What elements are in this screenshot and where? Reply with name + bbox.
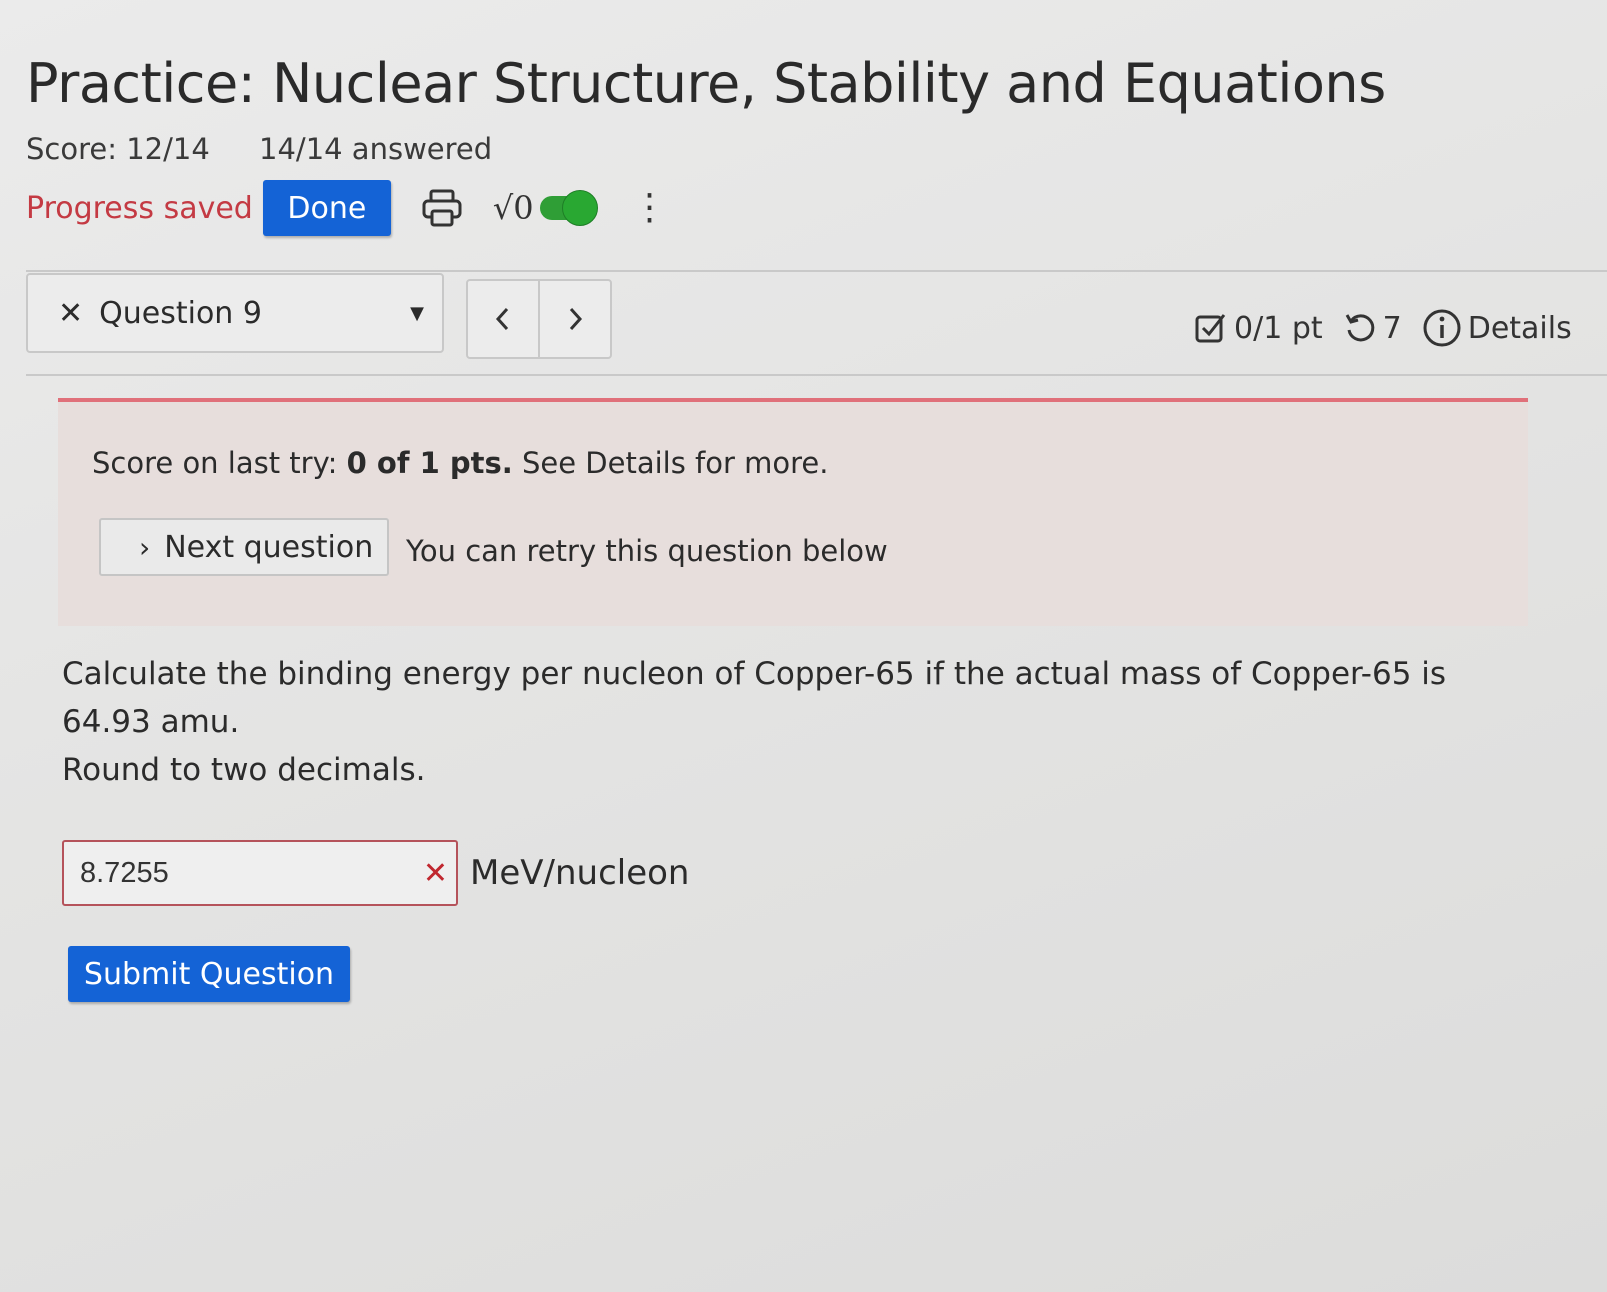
math-display-toggle[interactable] — [539, 190, 598, 226]
math-display-label: √0 — [492, 189, 534, 227]
chevron-left-icon — [495, 307, 509, 331]
toggle-knob — [561, 190, 598, 226]
score-text: Score: 12/14 — [26, 132, 210, 166]
question-body: Calculate the binding energy per nucleon… — [62, 650, 1502, 794]
incorrect-icon: ✕ — [422, 855, 448, 891]
progress-status: Progress saved — [26, 190, 253, 226]
last-try-message: Score on last try: 0 of 1 pts. See Detai… — [92, 446, 828, 480]
question-text: Calculate the binding energy per nucleon… — [62, 656, 1447, 740]
caret-down-icon: ▼ — [410, 302, 424, 324]
points-text: 0/1 pt — [1234, 310, 1323, 346]
info-icon — [1423, 309, 1461, 347]
answered-count: 14/14 answered — [259, 132, 493, 166]
checkbox-icon — [1195, 314, 1226, 343]
kebab-menu-icon[interactable]: ⋮ — [632, 190, 668, 226]
retry-message: You can retry this question below — [406, 534, 888, 568]
last-try-score: 0 of 1 pts. — [346, 446, 513, 480]
details-label: Details — [1467, 310, 1572, 346]
chevron-right-icon: › — [139, 530, 151, 564]
retries-indicator: 7 — [1343, 311, 1402, 346]
next-question-button[interactable]: › Next question — [99, 518, 389, 576]
submit-question-button[interactable]: Submit Question — [68, 946, 350, 1002]
details-button[interactable]: Details — [1422, 308, 1572, 348]
divider — [26, 374, 1607, 376]
chevron-right-icon — [569, 307, 583, 331]
question-instruction: Round to two decimals. — [62, 752, 426, 788]
answer-units: MeV/nucleon — [470, 853, 690, 893]
answer-input[interactable] — [78, 855, 382, 891]
next-question-arrow-button[interactable] — [538, 281, 610, 357]
question-selector[interactable]: ✕ Question 9 ▼ — [26, 273, 444, 353]
last-try-suffix: See Details for more. — [512, 446, 829, 480]
page-title: Practice: Nuclear Structure, Stability a… — [26, 52, 1386, 115]
next-question-label: Next question — [164, 529, 374, 565]
divider — [26, 270, 1607, 272]
feedback-banner: Score on last try: 0 of 1 pts. See Detai… — [58, 398, 1528, 626]
x-icon: ✕ — [58, 295, 84, 331]
question-nav — [466, 279, 612, 359]
toolbar: Progress saved Done √0 ⋮ — [26, 180, 668, 236]
done-button[interactable]: Done — [262, 180, 391, 236]
question-selector-label: Question 9 — [99, 295, 262, 331]
points-indicator: 0/1 pt — [1194, 311, 1323, 346]
retries-count: 7 — [1382, 310, 1402, 346]
answer-field[interactable]: ✕ — [62, 840, 458, 906]
previous-question-button[interactable] — [468, 281, 538, 357]
printer-icon[interactable] — [421, 188, 463, 228]
retry-icon — [1345, 314, 1374, 342]
answer-row: ✕ MeV/nucleon — [62, 840, 689, 906]
score-summary: Score: 12/14 14/14 answered — [26, 132, 532, 166]
last-try-prefix: Score on last try: — [92, 446, 347, 480]
question-meta: 0/1 pt 7 Details — [1194, 308, 1592, 348]
